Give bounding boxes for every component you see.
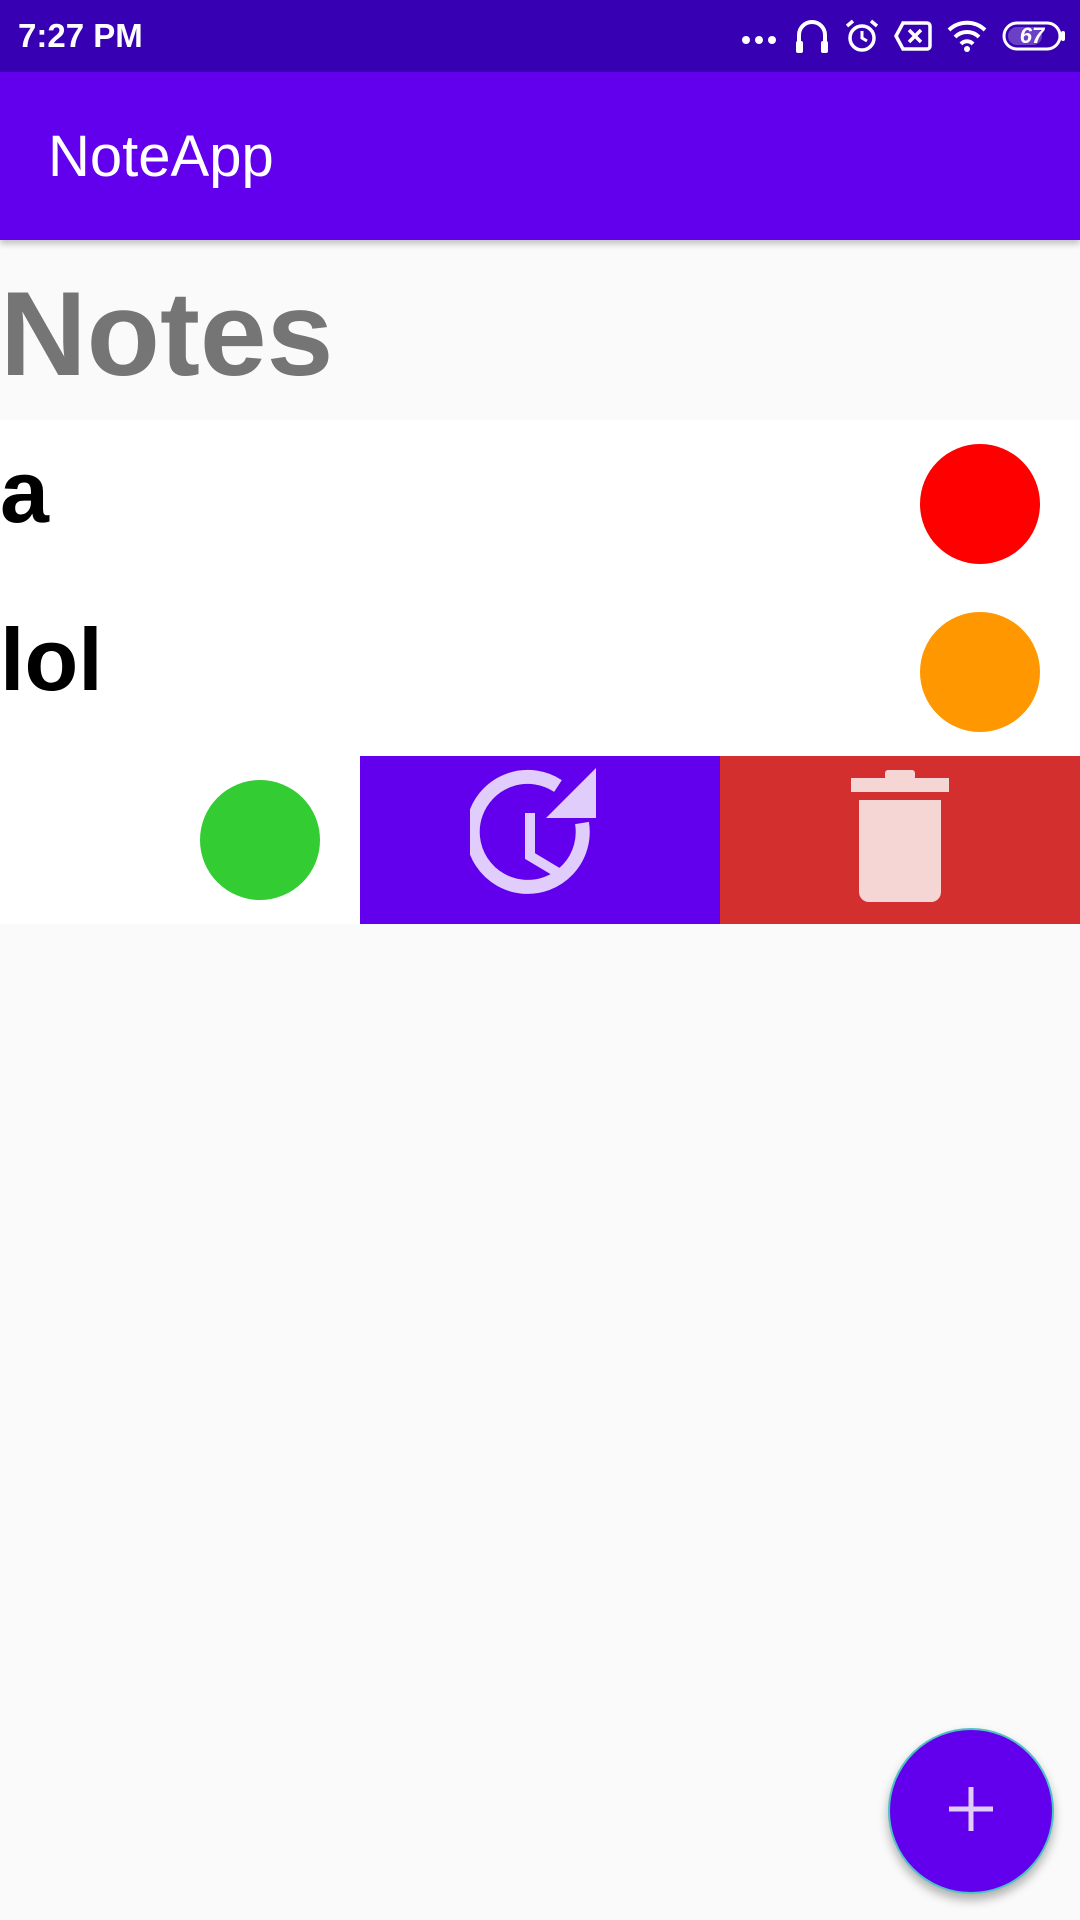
app-title: NoteApp [48,124,274,189]
no-sim-icon [894,20,932,52]
trash-icon [845,768,955,913]
note-title: a [0,442,49,541]
note-color-indicator [200,780,320,900]
headphones-icon [794,17,830,55]
note-color-indicator [920,612,1040,732]
app-bar: NoteApp [0,72,1080,240]
notes-list: a lol [0,420,1080,924]
page-title: Notes [0,267,334,401]
status-bar: 7:27 PM 67 [0,0,1080,72]
status-time: 7:27 PM [18,17,143,54]
more-dots-icon [740,26,780,46]
plus-icon [947,1785,995,1838]
add-note-button[interactable] [888,1728,1054,1894]
note-content[interactable] [0,756,360,924]
reschedule-button[interactable] [360,756,720,924]
note-item-swiped[interactable] [0,756,1080,924]
alarm-icon [844,18,880,54]
notes-heading: Notes [0,240,1080,420]
note-item[interactable]: a [0,420,1080,588]
note-color-indicator [920,444,1040,564]
note-title: lol [0,610,103,709]
battery-level: 67 [1019,23,1045,48]
wifi-icon [946,19,988,53]
delete-button[interactable] [720,756,1080,924]
note-item[interactable]: lol [0,588,1080,756]
swipe-actions [360,756,1080,924]
battery-icon: 67 [1002,21,1066,51]
status-icons: 67 [740,14,1066,58]
history-clock-icon [465,767,610,913]
